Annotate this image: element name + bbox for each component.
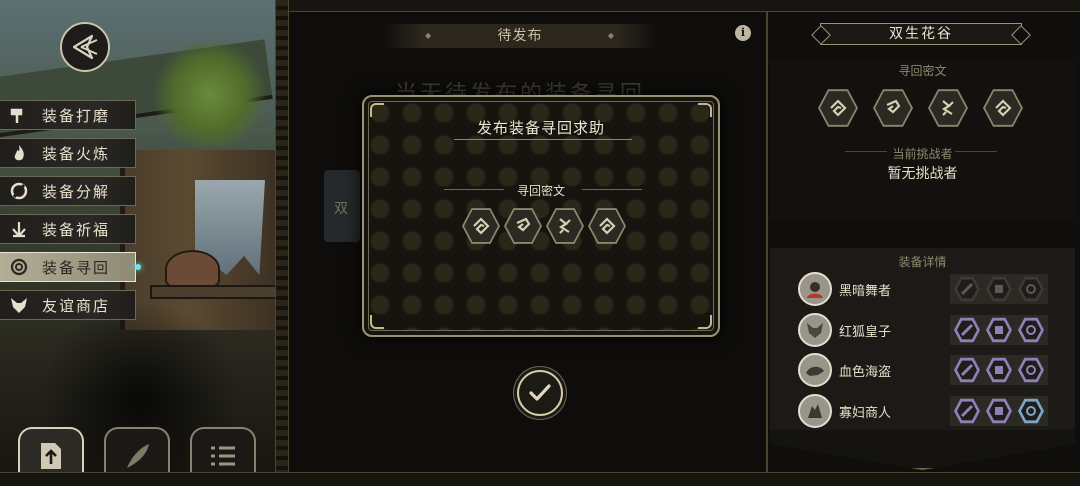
menu-item-label: 装备打磨: [42, 106, 111, 125]
spiral-glyph-icon: [983, 89, 1023, 127]
divider: [454, 139, 632, 140]
hero-portrait-icon: [806, 366, 824, 376]
background-card: 双: [324, 170, 360, 242]
menu-item-friend-shop[interactable]: 友谊商店: [0, 290, 136, 320]
ring-slot-icon[interactable]: [1018, 276, 1044, 302]
equipment-slots: [950, 355, 1048, 385]
area-glyph-row: [818, 88, 1023, 128]
spiral-glyph-icon: [588, 208, 626, 244]
ring-slot-icon[interactable]: [1018, 357, 1044, 383]
hook-glyph-icon: [873, 89, 913, 127]
menu-item-forge[interactable]: 装备火炼: [0, 138, 136, 168]
area-title: 双生花谷: [820, 23, 1022, 45]
armor-slot-icon[interactable]: [986, 317, 1012, 343]
weapon-slot-icon[interactable]: [954, 317, 980, 343]
divider: [582, 189, 642, 190]
divider: [955, 151, 997, 152]
checkmark-icon: [529, 384, 551, 401]
rune-glyph-icon: [546, 208, 584, 244]
ornate-divider: [275, 0, 289, 486]
modal-subtitle: 寻回密文: [516, 184, 565, 198]
info-icon[interactable]: i: [735, 25, 751, 41]
bottom-frame: [0, 472, 1080, 486]
confirm-button[interactable]: [517, 370, 563, 416]
hero-name: 寡妇商人: [839, 405, 892, 421]
ring-slot-icon[interactable]: [1018, 398, 1044, 424]
hero-row[interactable]: 红狐皇子: [798, 313, 1048, 347]
armor-slot-icon[interactable]: [986, 276, 1012, 302]
menu-item-label: 装备祈福: [42, 220, 111, 239]
equipment-label: 装备详情: [898, 255, 947, 269]
cipher-label: 寻回密文: [898, 64, 947, 78]
hero-row[interactable]: 血色海盗: [798, 353, 1048, 387]
top-frame: [289, 0, 1080, 12]
modal-title: 发布装备寻回求助: [476, 119, 605, 137]
spiral-glyph-icon: [818, 89, 858, 127]
menu-item-bless[interactable]: 装备祈福: [0, 214, 136, 244]
avatar: [798, 313, 832, 347]
avatar: [798, 272, 832, 306]
armor-slot-icon[interactable]: [986, 357, 1012, 383]
menu-item-label: 装备分解: [42, 182, 111, 201]
background-card-text: 双: [334, 201, 348, 217]
hero-name: 血色海盗: [839, 364, 892, 380]
hero-portrait-icon: [808, 404, 822, 418]
publish-modal: 发布装备寻回求助 寻回密文: [362, 95, 720, 337]
hook-glyph-icon: [504, 208, 542, 244]
equipment-slots: [950, 396, 1048, 426]
hero-row[interactable]: 黑暗舞者: [798, 272, 1048, 306]
menu-item-dismantle[interactable]: 装备分解: [0, 176, 136, 206]
cipher-block: [770, 60, 1075, 220]
cipher-glyph-row: [462, 207, 626, 245]
hero-name: 红狐皇子: [839, 324, 892, 340]
upload-icon: [41, 443, 61, 469]
menu-item-retrieve[interactable]: 装备寻回: [0, 252, 141, 282]
back-button[interactable]: [60, 22, 110, 72]
spiral-icon: [4, 252, 34, 282]
flame-icon: [4, 138, 34, 168]
challenger-label: 当前挑战者: [892, 147, 953, 161]
hero-name: 黑暗舞者: [839, 283, 892, 299]
hero-portrait-icon: [807, 282, 823, 298]
weapon-slot-icon[interactable]: [954, 398, 980, 424]
side-menu: 装备打磨 装备火炼 装备分解 装备祈福 装备寻回 友谊商店: [0, 100, 141, 328]
challenger-value: 暂无挑战者: [887, 166, 958, 182]
hero-portrait-icon: [807, 323, 823, 338]
menu-item-label: 装备寻回: [42, 258, 111, 277]
armor-slot-icon[interactable]: [986, 398, 1012, 424]
back-arrow-icon: [72, 34, 98, 60]
menu-item-label: 友谊商店: [42, 296, 111, 315]
avatar: [798, 394, 832, 428]
equipment-slots: [950, 274, 1048, 304]
feather-icon: [127, 444, 149, 468]
weapon-slot-icon[interactable]: [954, 357, 980, 383]
split-icon: [4, 176, 34, 206]
fox-icon: [4, 290, 34, 320]
rune-glyph-icon: [928, 89, 968, 127]
bless-icon: [4, 214, 34, 244]
hammer-icon: [4, 100, 34, 130]
ring-slot-icon[interactable]: [1018, 317, 1044, 343]
spiral-glyph-icon: [462, 208, 500, 244]
hero-row[interactable]: 寡妇商人: [798, 394, 1048, 428]
list-icon: [211, 446, 235, 466]
weapon-slot-icon[interactable]: [954, 276, 980, 302]
tab-pending[interactable]: 待发布: [380, 24, 660, 48]
menu-item-polish[interactable]: 装备打磨: [0, 100, 136, 130]
avatar: [798, 353, 832, 387]
menu-item-label: 装备火炼: [42, 144, 111, 163]
equipment-slots: [950, 315, 1048, 345]
